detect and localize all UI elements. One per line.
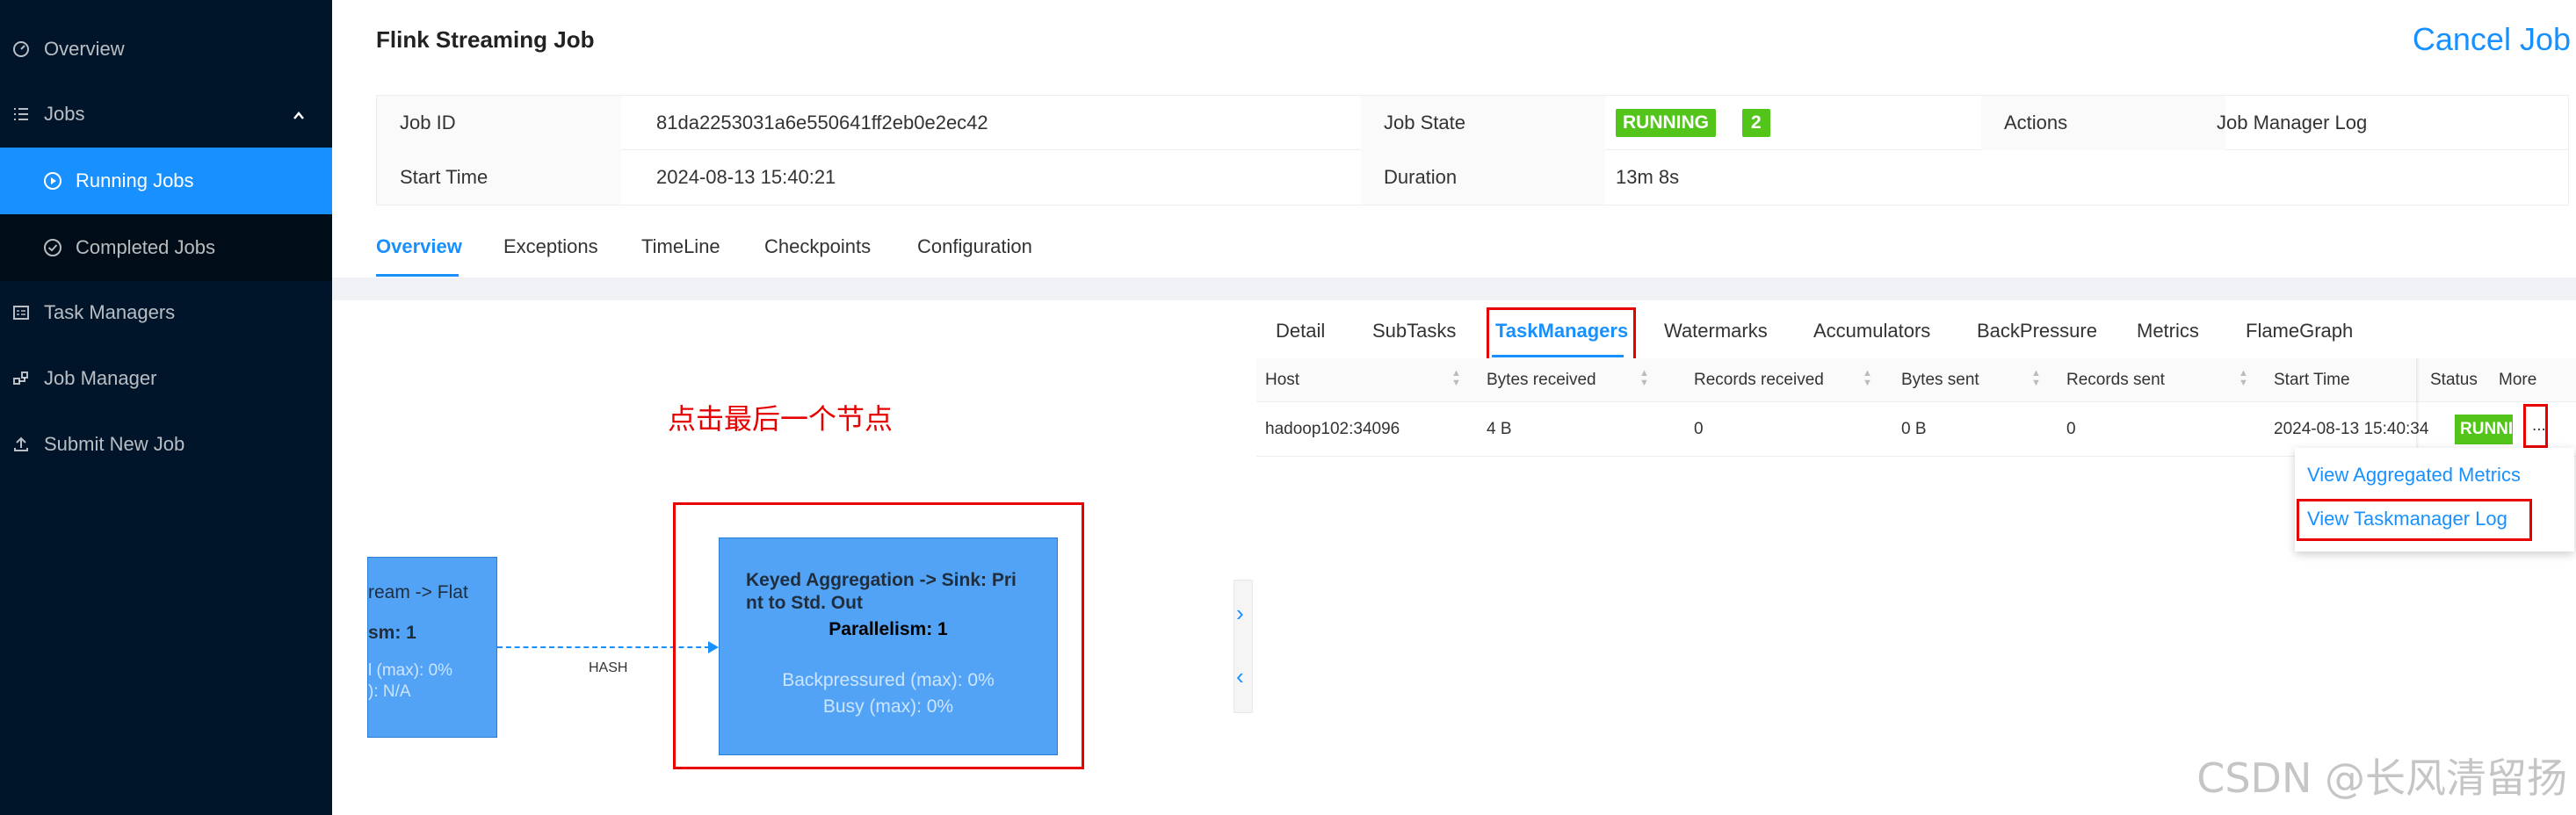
sidebar-item-label: Job Manager bbox=[44, 367, 157, 389]
job-info-table: Job ID 81da2253031a6e550641ff2eb0e2ec42 … bbox=[376, 95, 2569, 206]
sidebar-item-job-manager[interactable]: Job Manager bbox=[0, 345, 332, 412]
sidebar-item-label: Overview bbox=[44, 38, 125, 60]
dashboard-icon bbox=[11, 39, 32, 60]
sidebar-item-label: Task Managers bbox=[44, 301, 176, 323]
cell-host: hadoop102:34096 bbox=[1265, 420, 1400, 438]
column-header-more: More bbox=[2499, 371, 2537, 389]
column-header-records-sent[interactable]: Records sent bbox=[2066, 371, 2165, 390]
active-tab-indicator bbox=[376, 274, 459, 277]
tab-watermarks[interactable]: Watermarks bbox=[1664, 320, 1768, 343]
annotation-text: 点击最后一个节点 bbox=[668, 402, 894, 436]
content-divider bbox=[332, 278, 2576, 300]
status-badge: RUNNING bbox=[2455, 415, 2513, 444]
chevron-up-icon bbox=[292, 105, 306, 128]
sidebar-item-task-managers[interactable]: Task Managers bbox=[0, 279, 332, 346]
node-name: ream -> Flat bbox=[368, 582, 468, 602]
job-id-value: 81da2253031a6e550641ff2eb0e2ec42 bbox=[656, 112, 988, 133]
sort-icon[interactable]: ▲ ▼ bbox=[1639, 369, 1649, 388]
tab-overview[interactable]: Overview bbox=[376, 235, 462, 258]
highlight-box-node bbox=[673, 502, 1084, 769]
column-header-start-time[interactable]: Start Time bbox=[2274, 371, 2350, 390]
check-circle-icon bbox=[42, 237, 63, 258]
edge-label: HASH bbox=[589, 660, 628, 675]
column-header-status: Status bbox=[2430, 371, 2478, 389]
sort-icon[interactable]: ▲ ▼ bbox=[1451, 369, 1461, 388]
actions-label: Actions bbox=[1981, 96, 2225, 150]
graph-node-source[interactable]: ream -> Flat sm: 1 l (max): 0% ): N/A bbox=[367, 557, 497, 738]
duration-value: 13m 8s bbox=[1616, 166, 1680, 188]
status-badge: RUNNING bbox=[1616, 109, 1716, 137]
sidebar: Overview Jobs Running Jobs Completed Job… bbox=[0, 0, 332, 815]
column-header-bytes-sent[interactable]: Bytes sent bbox=[1901, 371, 1979, 390]
highlight-box-more bbox=[2523, 404, 2548, 448]
highlight-box-log bbox=[2297, 499, 2532, 541]
sidebar-item-label: Jobs bbox=[44, 103, 85, 125]
column-header-records-received[interactable]: Records received bbox=[1694, 371, 1824, 390]
sidebar-item-submit-new-job[interactable]: Submit New Job bbox=[0, 411, 332, 478]
column-header-host[interactable]: Host bbox=[1265, 371, 1299, 390]
play-circle-icon bbox=[42, 170, 63, 191]
sidebar-item-label: Submit New Job bbox=[44, 433, 185, 455]
menu-item-view-aggregated-metrics[interactable]: View Aggregated Metrics bbox=[2307, 464, 2521, 487]
list-icon bbox=[11, 104, 32, 125]
sidebar-item-label: Running Jobs bbox=[76, 169, 194, 191]
chevron-right-icon[interactable]: › bbox=[1236, 600, 1244, 627]
info-row: Job ID 81da2253031a6e550641ff2eb0e2ec42 … bbox=[377, 96, 2568, 150]
job-state-value: RUNNING 2 bbox=[1616, 96, 1770, 150]
node-busy: ): N/A bbox=[368, 682, 411, 701]
cell-start-time: 2024-08-13 15:40:34 bbox=[2274, 420, 2429, 438]
info-row: Start Time 2024-08-13 15:40:21 Duration … bbox=[377, 150, 2568, 205]
tab-accumulators[interactable]: Accumulators bbox=[1813, 320, 1930, 343]
schedule-icon bbox=[11, 302, 32, 323]
tab-exceptions[interactable]: Exceptions bbox=[503, 235, 598, 258]
fixed-column-shadow bbox=[2416, 358, 2420, 457]
sort-icon[interactable]: ▲ ▼ bbox=[1863, 369, 1872, 388]
highlight-box-tab bbox=[1487, 307, 1636, 362]
start-time-value: 2024-08-13 15:40:21 bbox=[656, 166, 836, 188]
tab-configuration[interactable]: Configuration bbox=[917, 235, 1032, 258]
sidebar-item-running-jobs[interactable]: Running Jobs bbox=[0, 148, 332, 214]
cluster-icon bbox=[11, 368, 32, 389]
sort-icon[interactable]: ▲ ▼ bbox=[2031, 369, 2041, 388]
sidebar-item-label: Completed Jobs bbox=[76, 236, 215, 258]
tab-subtasks[interactable]: SubTasks bbox=[1372, 320, 1456, 343]
tab-backpressure[interactable]: BackPressure bbox=[1977, 320, 2097, 343]
cell-bytes-sent: 0 B bbox=[1901, 420, 1927, 438]
node-parallelism: sm: 1 bbox=[368, 623, 416, 643]
tab-checkpoints[interactable]: Checkpoints bbox=[764, 235, 871, 258]
cell-records-sent: 0 bbox=[2066, 420, 2076, 438]
tab-metrics[interactable]: Metrics bbox=[2137, 320, 2199, 343]
job-manager-log-link[interactable]: Job Manager Log bbox=[2217, 96, 2367, 150]
sort-icon[interactable]: ▲ ▼ bbox=[2239, 369, 2248, 388]
cell-records-received: 0 bbox=[1694, 420, 1704, 438]
taskmanagers-table-header: Host ▲ ▼ Bytes received ▲ ▼ Records receiv… bbox=[1256, 358, 2576, 402]
tab-flamegraph[interactable]: FlameGraph bbox=[2246, 320, 2353, 343]
node-backpressure: l (max): 0% bbox=[368, 661, 453, 680]
start-time-label: Start Time bbox=[377, 150, 621, 205]
upload-icon bbox=[11, 434, 32, 455]
column-header-bytes-received[interactable]: Bytes received bbox=[1487, 371, 1596, 390]
chevron-left-icon[interactable]: ‹ bbox=[1236, 663, 1244, 690]
duration-label: Duration bbox=[1361, 150, 1605, 205]
sidebar-item-jobs[interactable]: Jobs bbox=[0, 81, 332, 148]
panel-toggle[interactable]: › ‹ bbox=[1234, 580, 1253, 713]
page-title: Flink Streaming Job bbox=[376, 26, 595, 53]
cell-bytes-received: 4 B bbox=[1487, 420, 1512, 438]
job-id-label: Job ID bbox=[377, 96, 621, 150]
tab-timeline[interactable]: TimeLine bbox=[641, 235, 720, 258]
running-count-badge: 2 bbox=[1742, 109, 1770, 137]
watermark: CSDN @长风清留扬 bbox=[2196, 754, 2567, 802]
cancel-job-button[interactable]: Cancel Job bbox=[2413, 21, 2571, 58]
job-state-label: Job State bbox=[1361, 96, 1605, 150]
sidebar-item-overview[interactable]: Overview bbox=[0, 16, 332, 83]
tab-detail[interactable]: Detail bbox=[1276, 320, 1325, 343]
sidebar-item-completed-jobs[interactable]: Completed Jobs bbox=[0, 214, 332, 281]
